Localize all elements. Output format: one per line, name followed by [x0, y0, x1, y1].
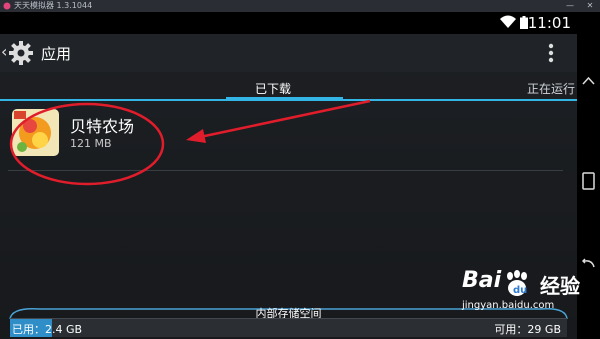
svg-text:du: du — [513, 285, 527, 296]
nav-back-icon[interactable] — [582, 258, 595, 268]
nav-up-icon[interactable] — [582, 76, 595, 86]
nav-home-icon[interactable] — [582, 172, 595, 190]
watermark-url: jingyan.baidu.com — [462, 300, 555, 311]
emulator-title: 天天模拟器 1.3.1044 — [14, 1, 93, 10]
watermark-brand-2: 经验 — [540, 274, 580, 298]
minimize-button[interactable]: — — [564, 0, 576, 12]
emulator-logo-icon — [3, 2, 11, 10]
watermark-brand: Bai — [462, 268, 502, 293]
storage-used: 已用：2.4 GB — [12, 323, 83, 336]
close-button[interactable]: ✕ — [584, 0, 596, 12]
paw-icon: du — [507, 270, 527, 296]
baidu-jingyan-watermark: Bai du 经验 jingyan.baidu.com — [440, 268, 590, 330]
emulator-titlebar: 天天模拟器 1.3.1044 — ✕ — [0, 0, 600, 12]
